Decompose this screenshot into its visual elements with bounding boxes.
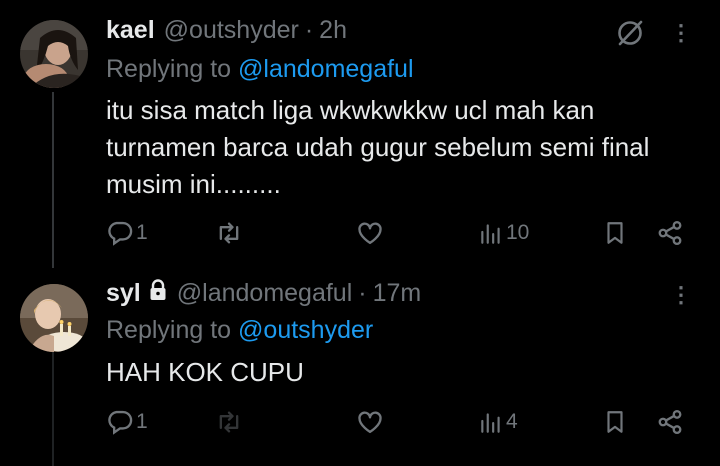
bookmark-icon [607,222,623,244]
reply-count: 1 [136,410,148,433]
repost-button[interactable] [214,215,244,251]
user-handle[interactable]: @outshyder [164,16,299,45]
grok-icon[interactable] [614,17,646,54]
display-name[interactable]: syl [106,279,141,308]
views-button[interactable]: 10 [478,215,529,251]
tweet-text-line: HAH KOK CUPU [106,357,304,387]
share-button[interactable] [656,404,684,440]
tweet-text-line: musim ini......... [106,169,281,199]
tweet-text-line: turnamen barca udah gugur sebelum semi f… [106,132,650,162]
tweet-header: kael @outshyder · 2h [106,16,347,45]
repost-icon [219,411,239,433]
share-icon [658,220,682,246]
repost-button [214,404,244,440]
share-icon [658,409,682,435]
heart-icon [358,222,382,245]
replying-to: Replying to @landomegaful [106,55,414,84]
replying-to-label: Replying to [106,55,232,83]
view-count: 4 [506,410,518,433]
replying-to-link[interactable]: @outshyder [238,316,373,344]
timestamp[interactable]: 2h [319,16,347,45]
reply-icon [108,221,133,246]
reply-icon [108,410,133,435]
share-button[interactable] [656,215,684,251]
like-button[interactable] [356,215,384,251]
avatar[interactable] [20,20,88,88]
heart-icon [358,411,382,434]
user-handle[interactable]: @landomegaful [177,279,353,308]
tweet-text: itu sisa match liga wkwkwkkw ucl mah kan… [106,92,706,203]
separator-dot: · [304,16,314,44]
bookmark-icon [607,411,623,433]
tweet-syl[interactable]: syl @landomegaful · 17m ⋮ Replying to @o… [0,270,720,466]
display-name[interactable]: kael [106,16,155,45]
view-count: 10 [506,221,530,244]
tweet-text: HAH KOK CUPU [106,354,706,391]
action-bar: 1 4 [106,404,706,440]
replying-to: Replying to @outshyder [106,316,373,345]
bookmark-button[interactable] [602,215,628,251]
tweet-text-line: itu sisa match liga wkwkwkkw ucl mah kan [106,95,595,125]
repost-icon [219,222,239,244]
timestamp[interactable]: 17m [373,279,422,308]
more-options-icon[interactable]: ⋮ [670,22,692,44]
tweet-header: syl @landomegaful · 17m [106,279,421,308]
more-options-icon[interactable]: ⋮ [670,284,692,306]
like-button[interactable] [356,404,384,440]
tweet-kael[interactable]: kael @outshyder · 2h ⋮ Replying to @land… [0,0,720,270]
separator-dot: · [358,279,367,307]
reply-count: 1 [136,221,148,244]
reply-button[interactable]: 1 [106,215,148,251]
avatar[interactable] [20,284,88,352]
lock-icon [149,279,167,308]
reply-button[interactable]: 1 [106,404,148,440]
replying-to-label: Replying to [106,316,232,344]
analytics-icon [481,413,500,433]
action-bar: 1 10 [106,215,706,251]
replying-to-link[interactable]: @landomegaful [238,55,414,83]
bookmark-button[interactable] [602,404,628,440]
views-button[interactable]: 4 [478,404,518,440]
analytics-icon [481,224,500,244]
